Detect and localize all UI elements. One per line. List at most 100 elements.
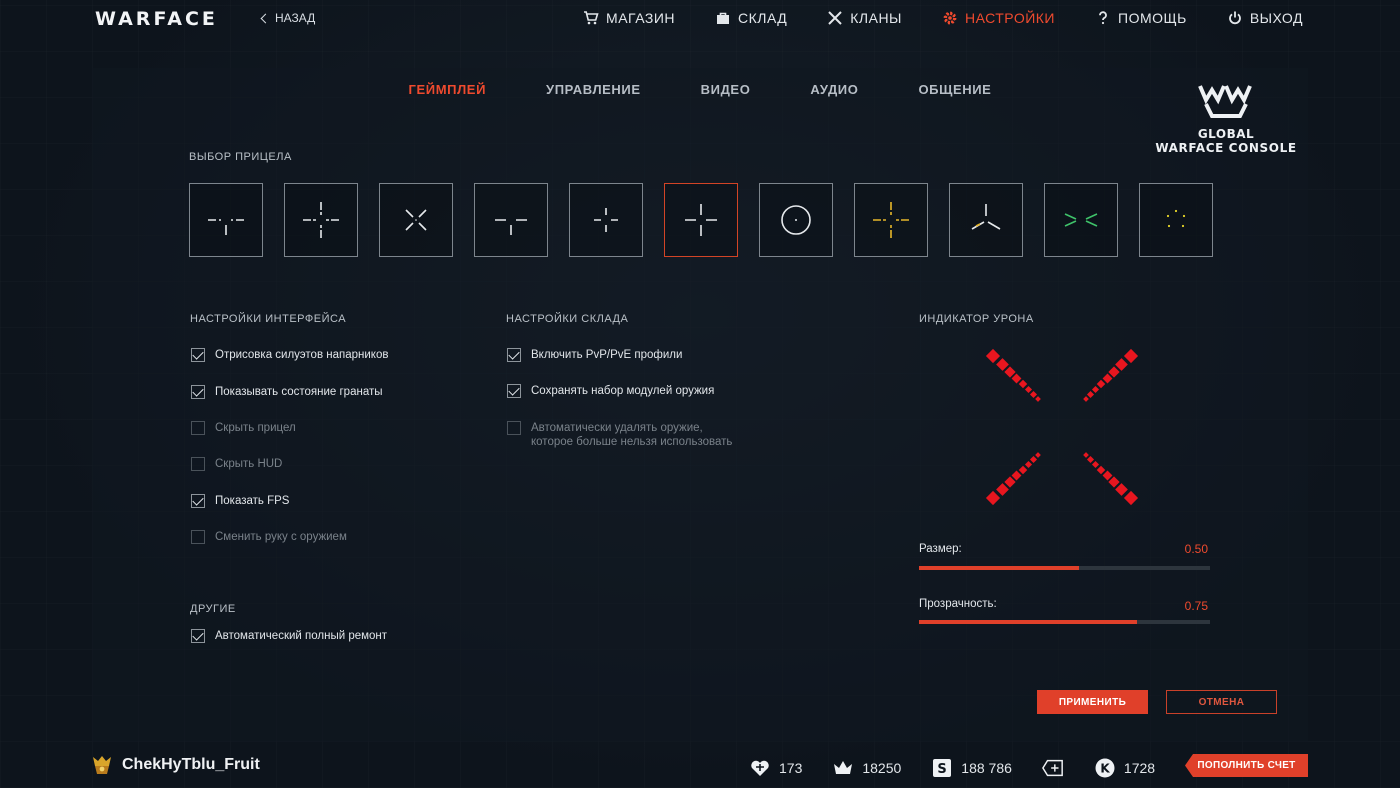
- size-slider[interactable]: [919, 566, 1210, 570]
- badge-line-2: WARFACE CONSOLE: [1155, 141, 1297, 155]
- apply-button[interactable]: ПРИМЕНИТЬ: [1037, 690, 1148, 714]
- checkbox-label: Отрисовка силуэтов напарников: [215, 349, 389, 361]
- svg-text:K: K: [1100, 762, 1110, 776]
- crosshair-dots-icon: [1166, 209, 1186, 228]
- rank-badge-icon: [93, 756, 111, 774]
- checkbox-box[interactable]: [507, 421, 521, 435]
- back-button[interactable]: НАЗАД: [260, 11, 315, 25]
- checkbox-box[interactable]: [507, 348, 521, 362]
- warface-logo[interactable]: WARFACE: [95, 8, 218, 30]
- player-name: ChekHyTblu_Fruit: [122, 756, 260, 773]
- checkbox-pvp-pve-profiles[interactable]: Включить PvP/PvE профили: [507, 348, 682, 362]
- size-slider-value: 0.50: [1184, 542, 1208, 556]
- other-section-title: ДРУГИЕ: [190, 603, 236, 615]
- checkbox-label: Автоматически удалять оружие, которое бол…: [531, 421, 732, 449]
- opacity-slider-value: 0.75: [1184, 599, 1208, 613]
- nav-storage[interactable]: СКЛАД: [715, 10, 787, 26]
- currency-tickets[interactable]: [1041, 757, 1064, 779]
- nav-exit-label: ВЫХОД: [1249, 10, 1303, 26]
- checkbox-hide-hud[interactable]: Скрыть HUD: [191, 457, 282, 471]
- cancel-button[interactable]: ОТМЕНА: [1166, 690, 1277, 714]
- crosshair-option-4[interactable]: [474, 183, 548, 257]
- k-coin-icon: K: [1095, 758, 1115, 778]
- svg-text:S: S: [938, 762, 947, 777]
- tab-video[interactable]: ВИДЕО: [701, 82, 751, 97]
- crosshair-3-icon: [405, 209, 427, 231]
- currency-crowns: 18250: [832, 757, 901, 779]
- checkbox-hide-crosshair[interactable]: Скрыть прицел: [191, 421, 296, 435]
- opacity-slider[interactable]: [919, 620, 1210, 624]
- currency-bar: 173 18250 S 188 786 K 1728: [749, 757, 1185, 779]
- tab-audio[interactable]: АУДИО: [810, 82, 858, 97]
- nav-help[interactable]: ПОМОЩЬ: [1095, 10, 1187, 26]
- checkbox-label: Автоматический полный ремонт: [215, 630, 388, 642]
- checkbox-teammate-silhouettes[interactable]: Отрисовка силуэтов напарников: [191, 348, 388, 362]
- crosshair-4-icon: [495, 219, 527, 235]
- crosshair-option-6[interactable]: [664, 183, 738, 257]
- currency-hearts: 173: [749, 757, 802, 779]
- cart-icon: [584, 11, 599, 25]
- checkbox-label: Скрыть прицел: [215, 422, 296, 434]
- damage-indicator-preview: [985, 348, 1139, 506]
- crosshair-option-1[interactable]: [189, 183, 263, 257]
- checkbox-box[interactable]: [191, 457, 205, 471]
- crosshair-list: [189, 183, 1213, 257]
- checkbox-box[interactable]: [191, 348, 205, 362]
- chevron-left-icon: [260, 13, 271, 23]
- nav-settings-label: НАСТРОЙКИ: [964, 10, 1055, 26]
- player-info[interactable]: ChekHyTblu_Fruit: [91, 754, 260, 776]
- checkbox-auto-delete-weapons[interactable]: Автоматически удалять оружие, которое бол…: [507, 421, 732, 449]
- crosshair-option-5[interactable]: [569, 183, 643, 257]
- nav-storage-label: СКЛАД: [738, 10, 788, 26]
- checkbox-auto-repair[interactable]: Автоматический полный ремонт: [191, 629, 387, 643]
- crosshair-5-icon: [594, 208, 618, 232]
- checkbox-show-fps[interactable]: Показать FPS: [191, 494, 289, 508]
- main-nav: МАГАЗИН СКЛАД КЛАНЫ НАСТРОЙКИ ПОМОЩЬ ВЫХ…: [583, 10, 1303, 26]
- crosshair-option-8[interactable]: [854, 183, 928, 257]
- crosshair-option-7[interactable]: [759, 183, 833, 257]
- nav-shop[interactable]: МАГАЗИН: [583, 10, 675, 26]
- currency-dollars-value: 188 786: [961, 760, 1012, 776]
- checkbox-switch-hand[interactable]: Сменить руку с оружием: [191, 530, 347, 544]
- top-bar: WARFACE НАЗАД МАГАЗИН СКЛАД КЛАНЫ НАСТРО…: [0, 0, 1400, 36]
- checkbox-box[interactable]: [191, 494, 205, 508]
- checkbox-save-weapon-modules[interactable]: Сохранять набор модулей оружия: [507, 384, 714, 398]
- checkbox-box[interactable]: [191, 385, 205, 399]
- checkbox-box[interactable]: [507, 384, 521, 398]
- crossed-swords-icon: [828, 11, 842, 25]
- damage-indicator-title: ИНДИКАТОР УРОНА: [919, 313, 1034, 325]
- currency-dollars: S 188 786: [931, 757, 1012, 779]
- tab-controls[interactable]: УПРАВЛЕНИЕ: [546, 82, 641, 97]
- nav-settings[interactable]: НАСТРОЙКИ: [942, 10, 1055, 26]
- dollar-icon: S: [933, 759, 952, 777]
- checkbox-grenade-state[interactable]: Показывать состояние гранаты: [191, 385, 383, 399]
- top-up-button[interactable]: ПОПОЛНИТЬ СЧЕТ: [1185, 754, 1308, 777]
- checkbox-box[interactable]: [191, 629, 205, 643]
- badge-line-1: GLOBAL: [1197, 127, 1255, 141]
- currency-k-value: 1728: [1123, 760, 1156, 776]
- storage-section-title: НАСТРОЙКИ СКЛАДА: [506, 313, 629, 325]
- nav-clans[interactable]: КЛАНЫ: [827, 10, 902, 26]
- crosshair-2-icon: [303, 202, 339, 238]
- currency-k: K 1728: [1094, 757, 1155, 779]
- tab-gameplay[interactable]: ГЕЙМПЛЕЙ: [409, 82, 487, 97]
- crosshair-yellow-icon: [873, 202, 909, 238]
- bag-icon: [717, 12, 730, 24]
- crosshair-option-10[interactable]: [1044, 183, 1118, 257]
- checkbox-label: Сохранять набор модулей оружия: [531, 385, 715, 397]
- crosshair-option-11[interactable]: [1139, 183, 1213, 257]
- crosshair-green-icon: [1064, 213, 1098, 227]
- tab-communication[interactable]: ОБЩЕНИЕ: [918, 82, 991, 97]
- crosshair-option-3[interactable]: [379, 183, 453, 257]
- crosshair-option-9[interactable]: [949, 183, 1023, 257]
- crosshair-6-icon: [685, 204, 717, 236]
- gwc-logo-icon: [1198, 85, 1252, 118]
- checkbox-label: Скрыть HUD: [215, 458, 283, 470]
- checkbox-box[interactable]: [191, 530, 205, 544]
- ticket-plus-icon: [1041, 759, 1063, 777]
- nav-exit[interactable]: ВЫХОД: [1227, 10, 1303, 26]
- checkbox-box[interactable]: [191, 421, 205, 435]
- checkbox-label: Показывать состояние гранаты: [215, 386, 383, 398]
- checkbox-label: Сменить руку с оружием: [215, 531, 347, 543]
- crosshair-option-2[interactable]: [284, 183, 358, 257]
